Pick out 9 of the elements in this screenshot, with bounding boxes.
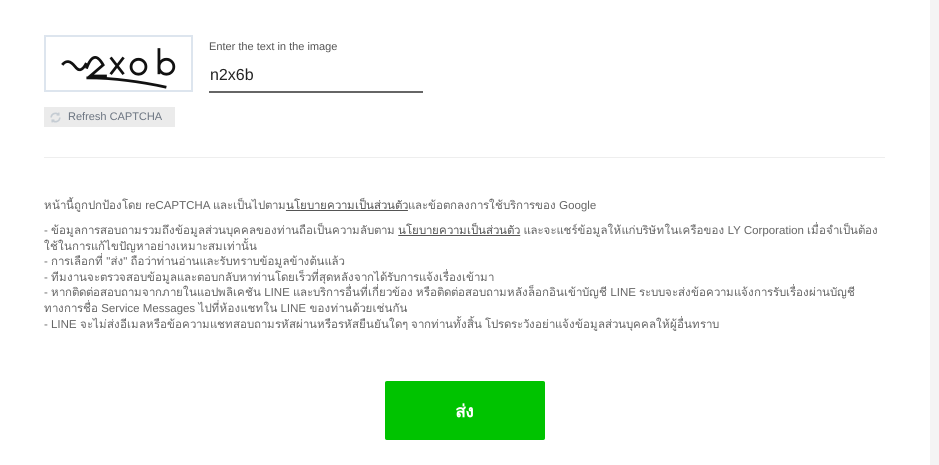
privacy-link[interactable]: นโยบายความเป็นส่วนตัว: [398, 225, 520, 237]
bullet-text: - ข้อมูลการสอบถามรวมถึงข้อมูลส่วนบุคคลของท่านถือเป็นความลับตาม นโยบายความเป็นส่วนตัว และจะแชร์ข้อมูลให้แก่บริษัทในเครือของ LY Corporation เมื่อจำเป็นต้องใช้ในการแก้ไขปัญหาอย่างเหมาะสมเท่านั้น: [44, 224, 885, 256]
notice-text: หน้านี้ถูกปกป้องโดย reCAPTCHA และเป็นไปตามนโยบายความเป็นส่วนตัวและข้อตกลงการใช้บริการของ Google: [44, 198, 885, 214]
refresh-captcha-button[interactable]: Refresh CAPTCHA: [44, 107, 175, 127]
bullet-text: - LINE จะไม่ส่งอีเมลหรือข้อความแชทสอบถามรหัสผ่านหรือรหัสยืนยันใดๆ จากท่านทั้งสิ้น โปรดระวังอย่าแจ้งข้อมูลส่วนบุคคลให้ผู้อื่นทราบ: [44, 318, 885, 334]
captcha-input-field[interactable]: n2x6b: [209, 57, 423, 93]
privacy-link[interactable]: นโยบายความเป็นส่วนตัว: [286, 200, 408, 212]
field-label: Enter the text in the image: [209, 41, 338, 53]
refresh-icon: [49, 110, 62, 124]
